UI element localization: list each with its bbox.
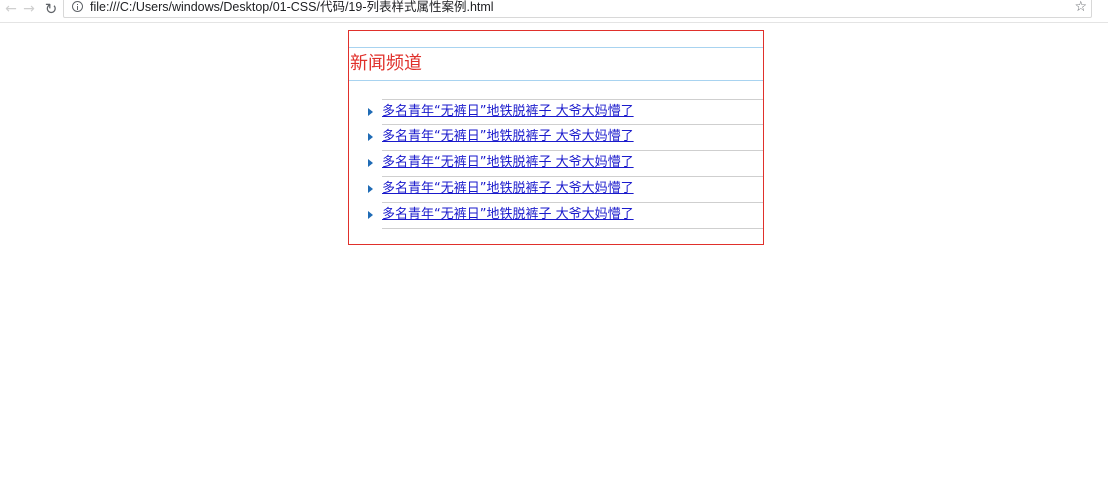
triangle-bullet-icon xyxy=(368,133,373,141)
news-link[interactable]: 多名青年“无裤日”地铁脱裤子 大爷大妈懵了 xyxy=(382,154,634,172)
news-link[interactable]: 多名青年“无裤日”地铁脱裤子 大爷大妈懵了 xyxy=(382,206,634,224)
info-icon[interactable] xyxy=(72,1,83,12)
address-bar[interactable]: file:///C:/Users/windows/Desktop/01-CSS/… xyxy=(63,0,1092,18)
news-link[interactable]: 多名青年“无裤日”地铁脱裤子 大爷大妈懵了 xyxy=(382,103,634,121)
url-text[interactable]: file:///C:/Users/windows/Desktop/01-CSS/… xyxy=(90,0,494,15)
news-list-item: 多名青年“无裤日”地铁脱裤子 大爷大妈懵了 xyxy=(368,99,763,125)
news-list-item: 多名青年“无裤日”地铁脱裤子 大爷大妈懵了 xyxy=(368,177,763,203)
news-channel-title: 新闻频道 xyxy=(349,47,763,81)
triangle-bullet-icon xyxy=(368,159,373,167)
triangle-bullet-icon xyxy=(368,211,373,219)
triangle-bullet-icon xyxy=(368,108,373,116)
reload-icon[interactable]: ↻ xyxy=(42,0,60,18)
news-list: 多名青年“无裤日”地铁脱裤子 大爷大妈懵了 多名青年“无裤日”地铁脱裤子 大爷大… xyxy=(349,99,763,229)
browser-toolbar: ← → ↻ file:///C:/Users/windows/Desktop/0… xyxy=(0,0,1108,23)
back-arrow-icon[interactable]: ← xyxy=(2,0,20,18)
news-link[interactable]: 多名青年“无裤日”地铁脱裤子 大爷大妈懵了 xyxy=(382,128,634,146)
news-link[interactable]: 多名青年“无裤日”地铁脱裤子 大爷大妈懵了 xyxy=(382,180,634,198)
news-list-item: 多名青年“无裤日”地铁脱裤子 大爷大妈懵了 xyxy=(368,151,763,177)
forward-arrow-icon[interactable]: → xyxy=(20,0,38,18)
news-list-item: 多名青年“无裤日”地铁脱裤子 大爷大妈懵了 xyxy=(368,125,763,151)
news-list-item: 多名青年“无裤日”地铁脱裤子 大爷大妈懵了 xyxy=(368,203,763,229)
triangle-bullet-icon xyxy=(368,185,373,193)
news-box: 新闻频道 多名青年“无裤日”地铁脱裤子 大爷大妈懵了 多名青年“无裤日”地铁脱裤… xyxy=(348,30,764,245)
bookmark-star-icon[interactable]: ☆ xyxy=(1074,0,1087,16)
